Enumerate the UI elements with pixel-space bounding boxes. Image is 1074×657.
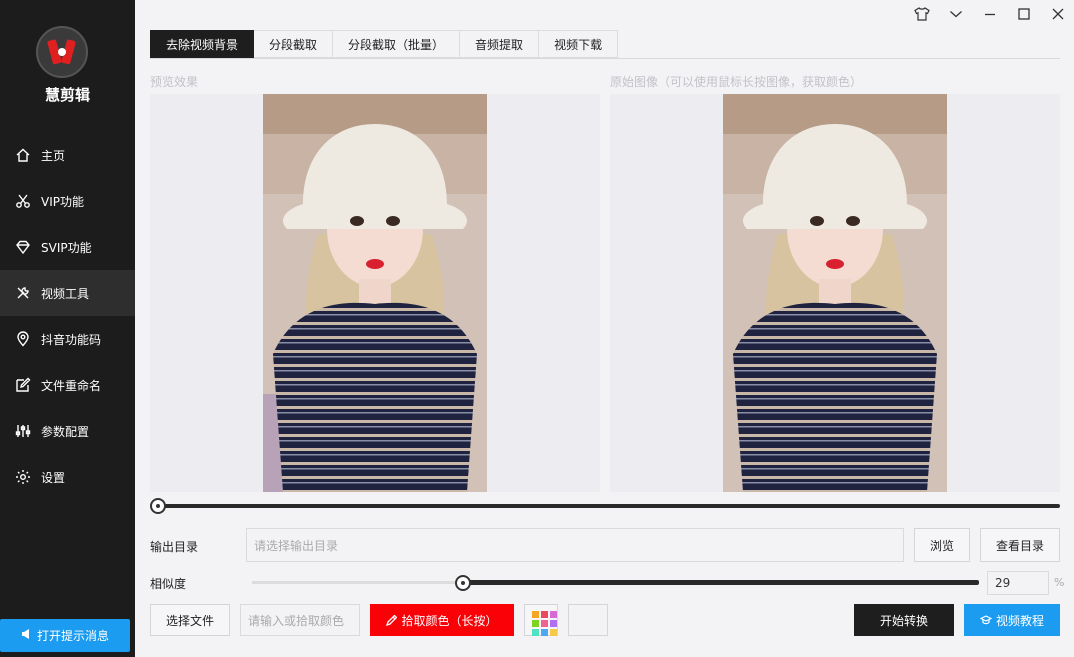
- tab-video-download[interactable]: 视频下载: [539, 30, 619, 58]
- sidebar-item-settings[interactable]: 设置: [0, 454, 135, 500]
- sidebar: 慧剪辑 主页 VIP功能 SVIP功能 视频工具 抖音功能码 文件重命名 参数配…: [0, 0, 135, 657]
- app-name: 慧剪辑: [44, 86, 90, 104]
- pick-color-button[interactable]: 拾取颜色（长按）: [370, 604, 514, 636]
- output-dir-label: 输出目录: [150, 540, 199, 554]
- scissors-icon: [14, 192, 32, 210]
- notify-label: 打开提示消息: [36, 629, 109, 643]
- original-pane[interactable]: [610, 94, 1060, 492]
- tutorial-label: 视频教程: [995, 613, 1044, 628]
- megaphone-icon: [21, 628, 33, 643]
- similarity-slider-handle[interactable]: [454, 575, 471, 591]
- browse-button[interactable]: 浏览: [914, 528, 970, 562]
- preview-image: [263, 94, 487, 492]
- tab-bar: 去除视频背景 分段截取 分段截取（批量） 音频提取 视频下载: [150, 30, 619, 58]
- graduation-cap-icon: [979, 615, 992, 625]
- view-directory-button[interactable]: 查看目录: [980, 528, 1060, 562]
- sidebar-item-video-tools[interactable]: 视频工具: [0, 270, 135, 316]
- sidebar-item-label: 视频工具: [41, 286, 90, 301]
- minimize-icon[interactable]: [980, 4, 1000, 24]
- tab-segment-cut[interactable]: 分段截取: [254, 30, 334, 58]
- timeline-slider[interactable]: [158, 504, 1060, 508]
- app-logo: [36, 26, 88, 78]
- close-icon[interactable]: [1048, 4, 1068, 24]
- sidebar-item-file-rename[interactable]: 文件重命名: [0, 362, 135, 408]
- diamond-icon: [14, 238, 32, 256]
- tab-divider: [150, 58, 1060, 59]
- tab-audio-extract[interactable]: 音频提取: [460, 30, 540, 58]
- tools-icon: [14, 284, 32, 302]
- eyedropper-icon: [386, 614, 398, 626]
- tab-remove-background[interactable]: 去除视频背景: [150, 30, 255, 58]
- maximize-icon[interactable]: [1014, 4, 1034, 24]
- similarity-label: 相似度: [150, 577, 187, 591]
- sidebar-item-svip[interactable]: SVIP功能: [0, 224, 135, 270]
- similarity-slider-filled[interactable]: [252, 581, 463, 584]
- sidebar-item-label: 设置: [41, 470, 66, 485]
- sidebar-item-label: 文件重命名: [41, 378, 102, 393]
- window-controls: [912, 4, 1068, 24]
- percent-sign: %: [1054, 576, 1065, 589]
- home-icon: [14, 146, 32, 164]
- sidebar-nav: 主页 VIP功能 SVIP功能 视频工具 抖音功能码 文件重命名 参数配置 设置: [0, 132, 135, 500]
- sidebar-item-params[interactable]: 参数配置: [0, 408, 135, 454]
- preview-pane: [150, 94, 600, 492]
- color-input[interactable]: 请输入或拾取颜色: [240, 604, 360, 636]
- video-tutorial-button[interactable]: 视频教程: [964, 604, 1060, 636]
- chevron-down-icon[interactable]: [946, 4, 966, 24]
- sidebar-item-douyin-code[interactable]: 抖音功能码: [0, 316, 135, 362]
- sidebar-item-label: 参数配置: [41, 424, 90, 439]
- sliders-icon: [14, 422, 32, 440]
- similarity-value-input[interactable]: 29: [987, 571, 1049, 595]
- open-notifications-button[interactable]: 打开提示消息: [0, 619, 130, 652]
- timeline-slider-handle[interactable]: [150, 498, 166, 514]
- gear-icon: [14, 468, 32, 486]
- skin-icon[interactable]: [912, 4, 932, 24]
- similarity-slider-track[interactable]: [462, 580, 979, 585]
- pick-color-label: 拾取颜色（长按）: [401, 613, 498, 628]
- sidebar-item-vip[interactable]: VIP功能: [0, 178, 135, 224]
- original-image[interactable]: [723, 94, 947, 492]
- selected-color-swatch: [568, 604, 608, 636]
- sidebar-item-home[interactable]: 主页: [0, 132, 135, 178]
- sidebar-item-label: 抖音功能码: [41, 332, 102, 347]
- sidebar-item-label: VIP功能: [41, 194, 84, 209]
- original-label: 原始图像（可以使用鼠标长按图像，获取颜色）: [610, 75, 863, 89]
- start-convert-button[interactable]: 开始转换: [854, 604, 954, 636]
- tab-segment-cut-batch[interactable]: 分段截取（批量）: [333, 30, 461, 58]
- sidebar-item-label: 主页: [41, 148, 66, 163]
- palette-icon[interactable]: [524, 604, 558, 636]
- location-pin-icon: [14, 330, 32, 348]
- sidebar-item-label: SVIP功能: [41, 240, 92, 255]
- preview-label: 预览效果: [150, 75, 199, 89]
- edit-icon: [14, 376, 32, 394]
- output-dir-input[interactable]: 请选择输出目录: [246, 528, 904, 562]
- choose-file-button[interactable]: 选择文件: [150, 604, 230, 636]
